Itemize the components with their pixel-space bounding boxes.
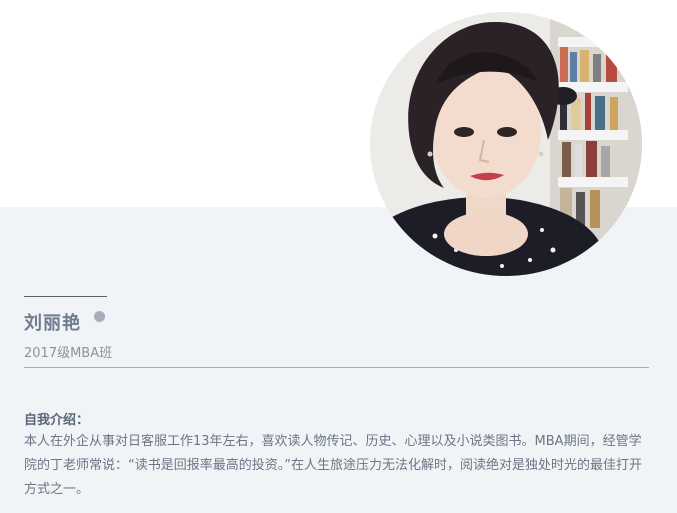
profile-name: 刘丽艳 — [24, 313, 81, 334]
intro-heading: 自我介绍： — [24, 413, 90, 428]
status-dot-icon — [94, 311, 105, 322]
profile-photo — [370, 12, 642, 276]
class-label: 2017级MBA班 — [24, 346, 113, 361]
section-divider — [24, 367, 649, 368]
name-accent-line — [24, 296, 107, 297]
intro-text: 本人在外企从事对日客服工作13年左右，喜欢读人物传记、历史、心理以及小说类图书。… — [24, 434, 642, 497]
